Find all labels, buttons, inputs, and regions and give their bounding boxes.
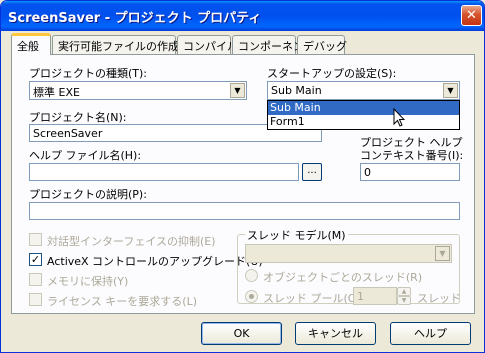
arrow-up-icon: ▲	[401, 288, 407, 295]
project-name-label: プロジェクト名(N):	[29, 111, 127, 124]
help-file-input[interactable]	[29, 163, 299, 181]
spin-down-button[interactable]: ▼	[397, 296, 411, 305]
dropdown-option-sub-main[interactable]: Sub Main	[268, 101, 459, 115]
project-type-combo[interactable]: 標準 EXE ▼	[29, 81, 247, 100]
dropdown-option-form1[interactable]: Form1	[268, 115, 459, 129]
tab-component[interactable]: コンポーネント	[232, 35, 315, 54]
threading-model-label: スレッド モデル(M)	[245, 227, 348, 243]
checkmark-icon: ✓	[30, 253, 41, 266]
thread-pool-count-value: 1	[357, 290, 364, 303]
upgrade-activex-label: ActiveX コントロールのアップグレード(U)	[47, 255, 263, 268]
unattended-label: 対話型インターフェイスの抑制(E)	[47, 235, 216, 248]
thread-pool-unit: スレッド	[417, 292, 461, 305]
chevron-down-icon[interactable]: ▼	[435, 246, 450, 261]
thread-pool-count-input[interactable]: 1	[353, 287, 397, 305]
general-tab-panel: プロジェクトの種類(T): 標準 EXE ▼ スタートアップの設定(S): Su…	[11, 54, 475, 314]
project-name-value: ScreenSaver	[33, 127, 103, 140]
upgrade-activex-checkbox[interactable]: ✓	[29, 253, 42, 266]
tab-debugging[interactable]: デバッグ	[297, 35, 347, 54]
browse-label: ...	[307, 165, 317, 176]
unattended-checkbox[interactable]	[29, 233, 42, 246]
ok-button[interactable]: OK	[201, 322, 282, 345]
thread-per-object-label: オブジェクトごとのスレッド(R)	[263, 271, 423, 284]
startup-object-value: Sub Main	[271, 84, 322, 97]
dialog-client-area: 全般 実行可能ファイルの作成 コンパイル コンポーネント デバッグ プロジェクト…	[5, 31, 481, 350]
title-bar[interactable]: ScreenSaver - プロジェクト プロパティ ✕	[1, 1, 484, 31]
tab-label: デバッグ	[303, 40, 347, 53]
tab-compile[interactable]: コンパイル	[177, 35, 238, 54]
close-button[interactable]: ✕	[461, 5, 482, 26]
chevron-down-icon[interactable]: ▼	[443, 83, 458, 98]
mouse-pointer-icon	[393, 108, 405, 127]
license-key-label: ライセンス キーを要求する(L)	[47, 295, 197, 308]
startup-object-combo[interactable]: Sub Main ▼	[267, 81, 460, 100]
spin-up-button[interactable]: ▲	[397, 287, 411, 296]
help-context-value: 0	[364, 166, 371, 179]
tab-make[interactable]: 実行可能ファイルの作成	[52, 35, 179, 54]
license-key-checkbox[interactable]	[29, 293, 42, 306]
ok-button-label: OK	[233, 327, 250, 340]
threading-model-combo[interactable]: ▼	[245, 244, 452, 263]
arrow-down-icon: ▼	[401, 297, 407, 304]
help-context-input[interactable]: 0	[360, 163, 460, 181]
startup-object-dropdown: Sub Main Form1	[267, 100, 460, 130]
project-type-label: プロジェクトの種類(T):	[29, 67, 148, 80]
cancel-button[interactable]: キャンセル	[295, 322, 376, 345]
project-properties-dialog: ScreenSaver - プロジェクト プロパティ ✕ 全般 実行可能ファイル…	[0, 0, 485, 353]
chevron-down-icon[interactable]: ▼	[230, 83, 245, 98]
thread-pool-radio[interactable]	[245, 290, 258, 303]
help-button[interactable]: ヘルプ	[390, 322, 471, 345]
retained-checkbox[interactable]	[29, 273, 42, 286]
thread-pool-label: スレッド プール(O)	[263, 292, 361, 305]
tab-label: コンパイル	[183, 40, 238, 53]
help-button-label: ヘルプ	[414, 327, 447, 340]
project-type-value: 標準 EXE	[33, 86, 80, 99]
help-context-label-line2: コンテキスト番号(I):	[360, 149, 464, 162]
startup-object-label: スタートアップの設定(S):	[267, 67, 397, 80]
close-icon: ✕	[466, 8, 477, 23]
window-title: ScreenSaver - プロジェクト プロパティ	[8, 11, 262, 26]
tab-label: 全般	[17, 40, 39, 53]
help-file-label: ヘルプ ファイル名(H):	[29, 149, 142, 162]
description-input[interactable]	[29, 202, 460, 220]
tab-general[interactable]: 全般	[11, 33, 51, 55]
description-label: プロジェクトの説明(P):	[29, 188, 147, 201]
retained-label: メモリに保持(Y)	[47, 275, 129, 288]
tab-label: 実行可能ファイルの作成	[58, 40, 179, 53]
browse-button[interactable]: ...	[302, 163, 322, 181]
thread-per-object-radio[interactable]	[245, 269, 258, 282]
cancel-button-label: キャンセル	[308, 327, 363, 340]
